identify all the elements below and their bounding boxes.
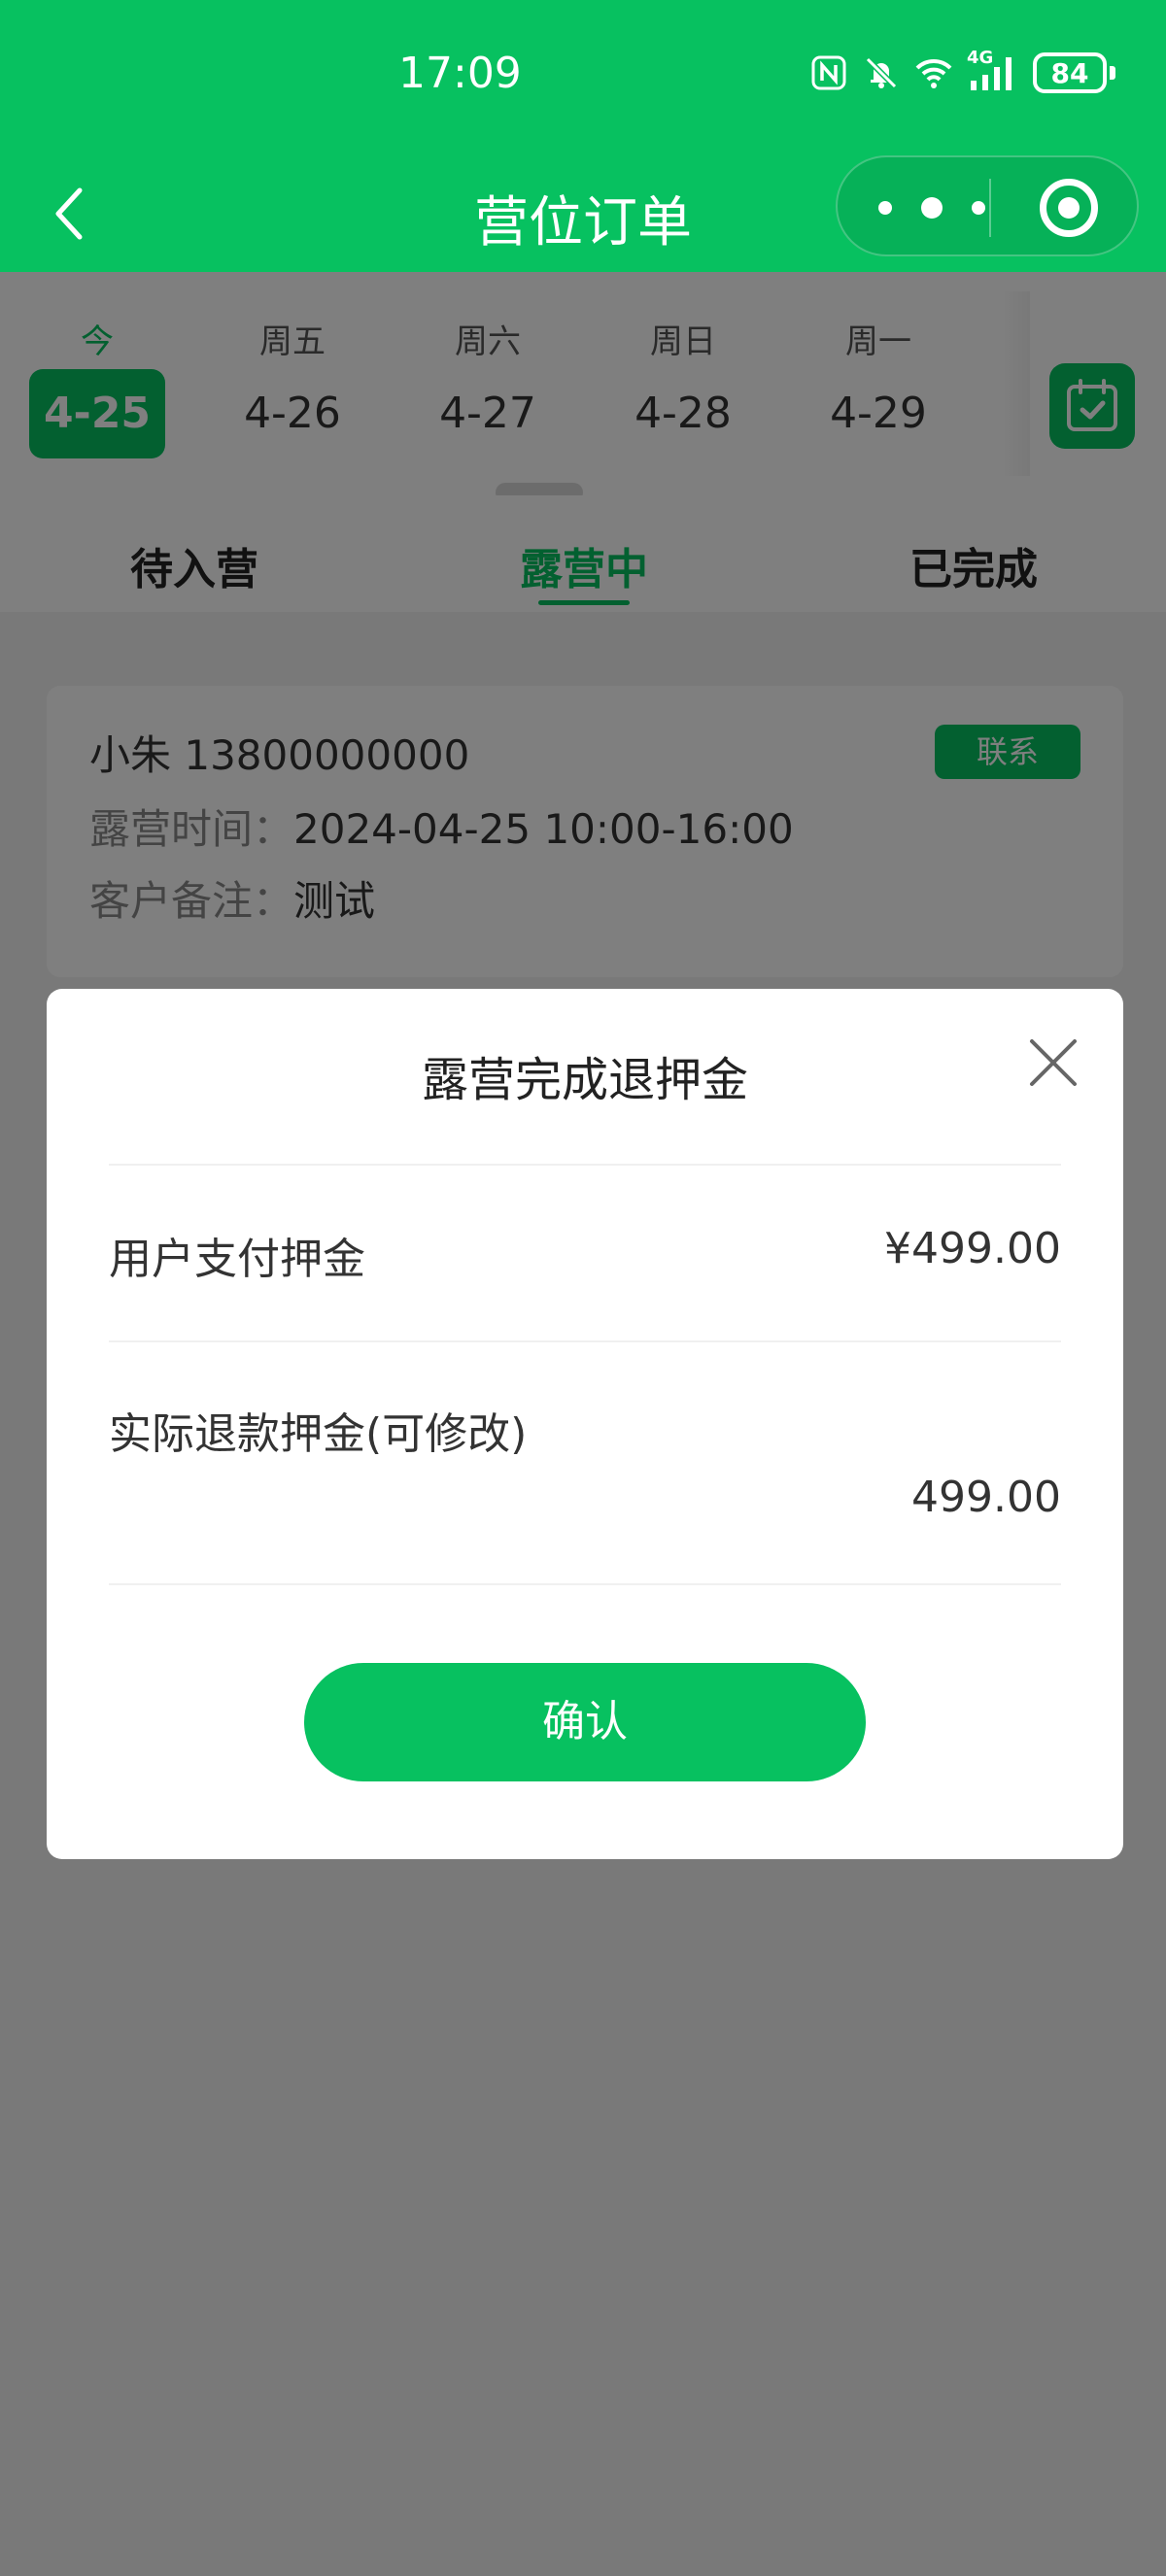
status-icons: 4G 84 bbox=[809, 48, 1115, 93]
refund-amount-input[interactable] bbox=[109, 1463, 1061, 1531]
confirm-button[interactable]: 确认 bbox=[304, 1663, 866, 1781]
page: 17:09 4G 84 营位订单 露营完成退押金 用户支付押金 ¥499.00 … bbox=[0, 0, 1166, 2576]
more-dots-icon bbox=[878, 201, 892, 215]
status-bar: 17:09 4G 84 bbox=[0, 0, 1166, 155]
more-dots-icon-end bbox=[972, 201, 985, 215]
capsule-divider bbox=[989, 179, 991, 237]
modal-close-button[interactable] bbox=[1026, 1035, 1080, 1090]
status-time: 17:09 bbox=[398, 49, 522, 98]
close-x-icon bbox=[1030, 1039, 1077, 1086]
cellular-signal-icon: 4G bbox=[967, 48, 1019, 92]
miniprogram-capsule bbox=[836, 155, 1139, 256]
modal-title: 露营完成退押金 bbox=[421, 1053, 748, 1107]
battery-level: 84 bbox=[1033, 52, 1107, 93]
nav-bar: 营位订单 bbox=[0, 155, 1166, 272]
wifi-icon bbox=[915, 58, 952, 88]
battery-cap bbox=[1110, 66, 1115, 80]
refund-label: 实际退款押金(可修改) bbox=[109, 1409, 528, 1459]
nfc-icon bbox=[811, 55, 846, 90]
modal-divider bbox=[109, 1340, 1061, 1342]
deposit-value: ¥499.00 bbox=[884, 1224, 1061, 1273]
more-dots-icon-center bbox=[921, 197, 943, 219]
modal-divider bbox=[109, 1583, 1061, 1585]
battery-icon: 84 bbox=[1033, 52, 1115, 93]
refund-deposit-modal: 露营完成退押金 用户支付押金 ¥499.00 实际退款押金(可修改) 确认 bbox=[47, 989, 1123, 1859]
exit-miniprogram-button[interactable] bbox=[1040, 179, 1098, 237]
more-button[interactable] bbox=[878, 186, 985, 229]
mute-bell-icon bbox=[865, 56, 898, 89]
target-circle-icon bbox=[1058, 197, 1080, 219]
modal-divider bbox=[109, 1164, 1061, 1166]
deposit-label: 用户支付押金 bbox=[109, 1235, 365, 1284]
